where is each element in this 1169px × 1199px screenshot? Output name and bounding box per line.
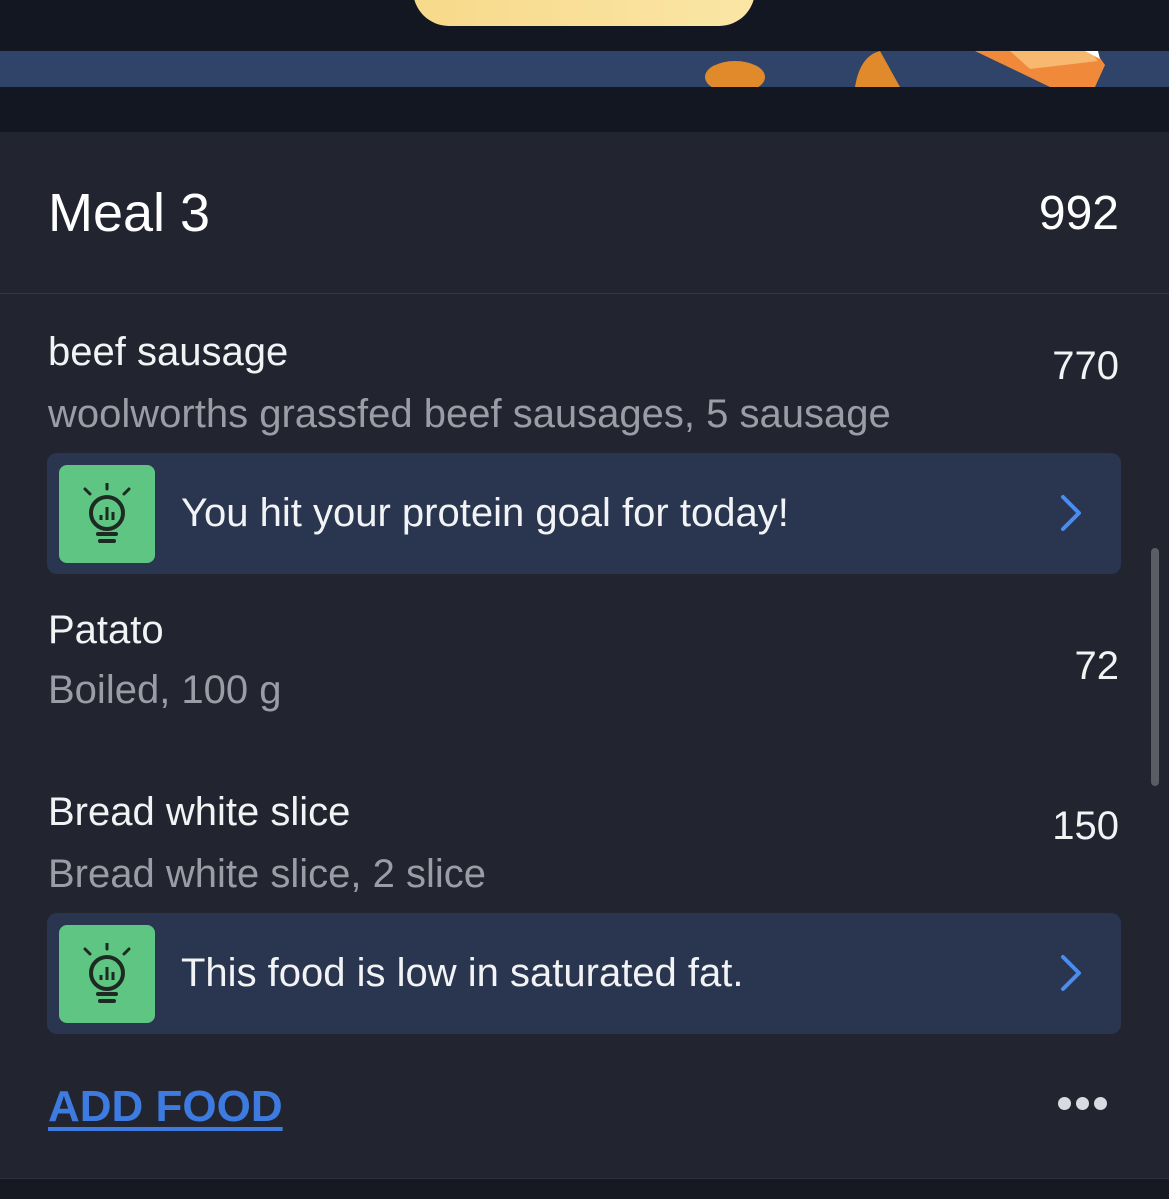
food-calories: 72 xyxy=(1074,644,1120,688)
tip-text: You hit your protein goal for today! xyxy=(181,491,789,535)
next-section-edge xyxy=(0,1178,1169,1199)
promo-button[interactable] xyxy=(413,0,755,26)
saturated-fat-tip[interactable]: This food is low in saturated fat. xyxy=(47,913,1121,1034)
food-description: Bread white slice, 2 slice xyxy=(48,852,486,896)
add-food-button[interactable]: ADD FOOD xyxy=(48,1082,283,1132)
meal-card: Meal 3 992 beef sausage woolworths grass… xyxy=(0,132,1169,1178)
scrollbar[interactable] xyxy=(1151,548,1159,786)
tip-text: This food is low in saturated fat. xyxy=(181,951,744,995)
food-description: woolworths grassfed beef sausages, 5 sau… xyxy=(48,392,891,436)
more-options-icon[interactable] xyxy=(1058,1097,1112,1117)
food-item-beef-sausage[interactable]: beef sausage woolworths grassfed beef sa… xyxy=(0,330,1169,440)
meal-header[interactable]: Meal 3 992 xyxy=(0,132,1169,294)
chevron-right-icon xyxy=(1059,953,1083,998)
food-calories: 150 xyxy=(1052,804,1119,848)
top-banner-area xyxy=(0,0,1169,132)
food-name: beef sausage xyxy=(48,330,289,374)
lightbulb-chart-icon xyxy=(59,465,155,563)
food-name: Bread white slice xyxy=(48,790,351,834)
food-name: Patato xyxy=(48,608,164,652)
food-description: Boiled, 100 g xyxy=(48,668,282,712)
meal-title: Meal 3 xyxy=(48,183,211,243)
food-item-bread-white-slice[interactable]: Bread white slice Bread white slice, 2 s… xyxy=(0,790,1169,900)
meal-total-calories: 992 xyxy=(1038,187,1119,240)
protein-goal-tip[interactable]: You hit your protein goal for today! xyxy=(47,453,1121,574)
lightbulb-chart-icon xyxy=(59,925,155,1023)
food-illustration xyxy=(705,51,1105,87)
food-calories: 770 xyxy=(1052,344,1119,388)
diary-screen: Meal 3 992 beef sausage woolworths grass… xyxy=(0,0,1169,1199)
food-item-patato[interactable]: Patato Boiled, 100 g 72 xyxy=(0,608,1169,738)
food-illustration-banner xyxy=(0,51,1169,87)
chevron-right-icon xyxy=(1059,493,1083,538)
